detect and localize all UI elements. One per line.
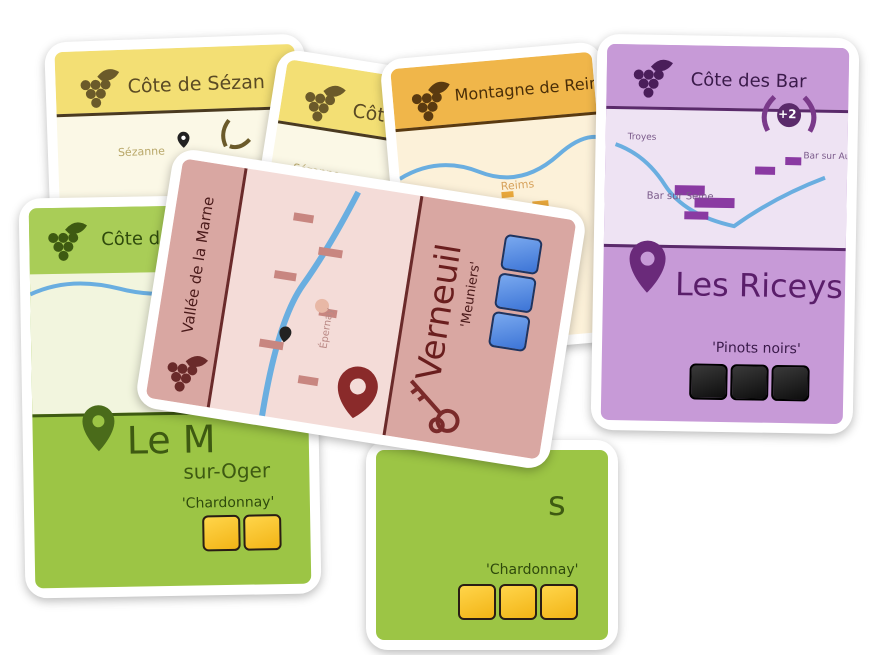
card-face: s 'Chardonnay'	[376, 450, 608, 640]
grape-icon	[411, 81, 450, 122]
village-name: Le M	[126, 417, 216, 463]
dice-group	[458, 584, 578, 620]
die	[243, 514, 282, 551]
river-map	[258, 190, 361, 421]
die	[487, 310, 531, 353]
bonus-badge: +2	[777, 106, 797, 122]
place-label: Troyes	[627, 132, 657, 143]
place-label: Sézanne	[117, 144, 166, 160]
grape-label: 'Chardonnay'	[181, 494, 275, 512]
die	[771, 364, 810, 402]
grape-icon	[305, 85, 346, 122]
village-name-line2: sur-Oger	[183, 458, 271, 484]
card-green-lower[interactable]: s 'Chardonnay'	[366, 440, 618, 650]
card-cote-des-bar[interactable]: Côte des Bar +2 Troyes Bar sur Seine Bar…	[590, 33, 860, 435]
grape-icon	[633, 59, 673, 98]
village-name: Les Riceys	[674, 265, 844, 307]
laurel-icon	[221, 118, 252, 150]
grape-icon	[80, 69, 120, 108]
die	[540, 584, 578, 620]
die	[499, 584, 537, 620]
dice-group	[202, 514, 282, 552]
location-pin-icon	[177, 131, 190, 148]
die	[202, 514, 241, 552]
grape-icon	[48, 222, 88, 261]
grape-label: 'Chardonnay'	[486, 562, 579, 578]
village-name: s	[548, 484, 566, 524]
die	[730, 364, 769, 401]
die	[493, 272, 537, 314]
location-pin-icon	[629, 240, 666, 293]
region-name: Côte des Bar	[690, 69, 807, 93]
card-face: Côte des Bar +2 Troyes Bar sur Seine Bar…	[600, 43, 850, 425]
die	[458, 584, 496, 620]
die	[689, 363, 728, 401]
grape-icon	[167, 355, 209, 392]
grape-label: 'Pinots noirs'	[711, 339, 801, 358]
place-label: Bar sur Aube	[803, 151, 850, 163]
die	[499, 233, 544, 276]
location-pin-icon	[82, 405, 115, 452]
location-pin-icon	[279, 326, 292, 343]
location-pin-icon	[337, 366, 378, 419]
dice-group	[689, 363, 810, 402]
card-face: Vallée de la Marne Épernay Verneuil 'Meu…	[145, 158, 577, 460]
keys-icon	[409, 379, 460, 434]
place-label: Bar sur Seine	[646, 190, 714, 203]
